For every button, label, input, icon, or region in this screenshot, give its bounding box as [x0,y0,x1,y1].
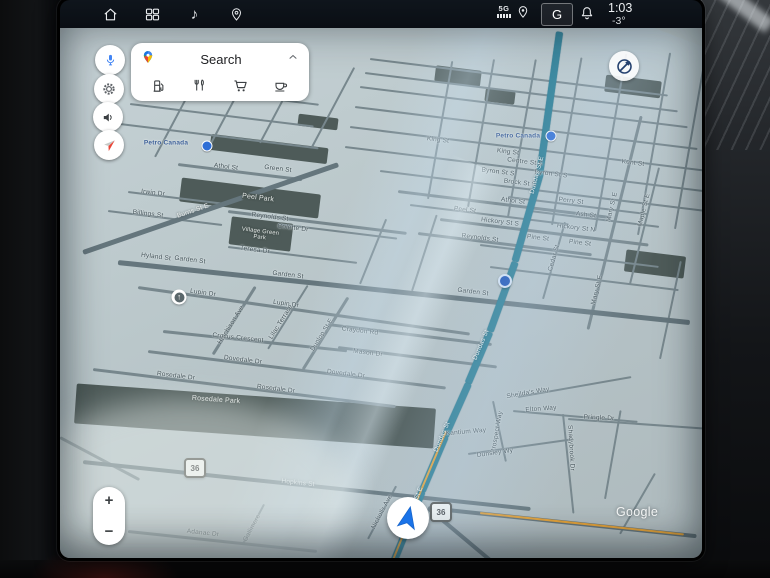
route-shield: 36 [430,502,452,522]
street-label: Green St [264,164,292,174]
street-label: Shadybrook Dr [566,425,575,471]
street-label: Pine St [568,238,591,248]
status-bar: ♪ 5G G 1:03 -3° [60,0,702,28]
mic-button[interactable] [95,45,125,75]
street-label: Gallimere [242,513,262,542]
park-area [74,383,436,448]
road [411,215,438,292]
street-label: Elton Way [525,404,557,413]
street-label: Dunsley Wy [476,447,513,459]
street-label: King St [496,147,519,157]
street-label: Pine St [526,233,549,243]
poi-label: Petro Canada [496,133,540,140]
zoom-out-button[interactable]: − [105,524,114,539]
map-canvas[interactable]: Search [60,28,702,558]
volume-button[interactable] [93,102,123,132]
road [154,95,189,158]
road [128,530,317,553]
home-icon[interactable] [102,6,119,23]
street-label: Sheilda's Way [506,386,550,400]
location-pin-icon [516,5,530,24]
chevron-up-icon[interactable] [287,50,299,68]
vehicle-position-button[interactable] [387,497,429,539]
route-shield: 36 [184,458,206,478]
dashboard-right-trim [700,0,770,578]
infotainment-screen: ♪ 5G G 1:03 -3° [60,0,702,558]
status-bar-left: ♪ [102,0,245,28]
google-maps-pin-icon [141,50,155,69]
street-label: Peel St [453,205,476,215]
mic-icon [103,53,118,68]
recenter-button[interactable] [94,130,124,160]
road [311,67,355,147]
category-shortcuts [131,73,309,101]
street-label: Garden St [174,255,206,266]
shopping-cart-icon[interactable] [227,75,253,97]
petro-marker[interactable] [546,131,557,142]
poi-circle-marker[interactable] [172,290,187,305]
clock-temperature: 1:03 -3° [608,2,632,27]
zoom-control: + − [93,487,125,545]
street-label: King St [426,135,449,145]
street-label: Craydon Rd [341,325,378,336]
road [60,436,140,481]
music-note-icon[interactable]: ♪ [186,6,203,23]
road [604,410,622,499]
compass-disabled-icon [615,57,634,76]
park-area [297,114,338,131]
street-label: Kent St [621,158,644,168]
street-label: Mason Dr [353,348,383,359]
google-assistant-badge[interactable]: G [541,3,573,26]
car-dashboard: ♪ 5G G 1:03 -3° [0,0,770,578]
dashboard-left-trim [0,0,62,578]
street-label: Ash St [575,210,596,219]
network-indicator: 5G [496,4,512,18]
apps-grid-icon[interactable] [144,6,161,23]
street-label: Irwin Dr [141,188,166,198]
park-area [209,134,328,164]
bell-icon[interactable] [579,5,595,26]
gear-icon [101,81,117,97]
search-input[interactable]: Search [155,52,287,67]
navigation-arrow-icon [391,501,425,535]
compass-needle-icon [102,138,117,153]
settings-button[interactable] [94,74,124,104]
clock: 1:03 [608,2,632,16]
search-panel: Search [131,43,309,101]
compass-button[interactable] [609,51,639,81]
petro-marker[interactable] [202,141,213,152]
route-highlight [487,261,519,333]
speaker-icon [101,110,116,125]
road [619,473,656,535]
poi-label: Petro Canada [144,140,188,147]
map-pin-icon[interactable] [228,6,245,23]
google-watermark: Google [616,505,658,519]
temperature: -3° [612,16,632,28]
fuel-icon[interactable] [146,75,172,97]
street-label: Dovedale Dr [327,368,366,380]
blue-dot-marker[interactable] [498,274,512,288]
restaurant-icon[interactable] [187,75,213,97]
zoom-in-button[interactable]: + [105,493,114,508]
street-label: Hyland St [141,252,172,263]
coffee-icon[interactable] [268,75,294,97]
street-label: Billings St [132,209,163,220]
search-bar[interactable]: Search [131,43,309,73]
signal-bars-icon [496,14,512,18]
